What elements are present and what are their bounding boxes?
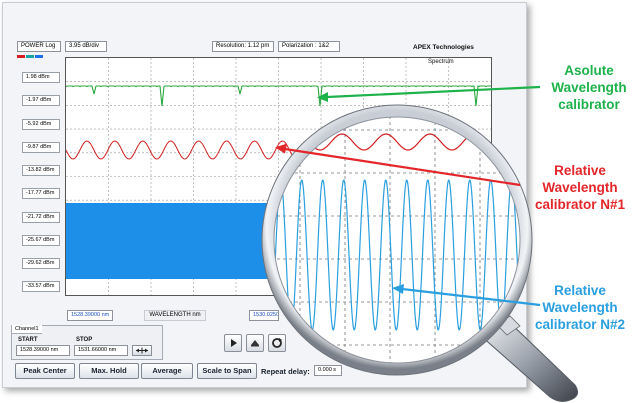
annotation-line: Wavelength bbox=[542, 180, 618, 195]
trace-name-label: Spectrum bbox=[428, 59, 454, 65]
annotation-line: Wavelength bbox=[551, 80, 627, 95]
absolute-arrow bbox=[317, 85, 541, 102]
annotation-line: Asolute bbox=[564, 63, 614, 78]
annotation-line: Relative bbox=[554, 163, 606, 178]
annotation-line: Relative bbox=[554, 283, 606, 298]
relative-calibrator-1-annotation: Relative Wavelength calibrator N#1 bbox=[522, 162, 638, 213]
annotation-line: Wavelength bbox=[542, 300, 618, 315]
relative-calibrator-2-annotation: Relative Wavelength calibrator N#2 bbox=[522, 282, 638, 333]
annotation-line: calibrator N#1 bbox=[534, 197, 626, 212]
annotation-line: calibrator bbox=[558, 97, 620, 112]
absolute-calibrator-annotation: Asolute Wavelength calibrator bbox=[542, 62, 636, 113]
annotation-line: calibrator N#2 bbox=[534, 317, 626, 332]
